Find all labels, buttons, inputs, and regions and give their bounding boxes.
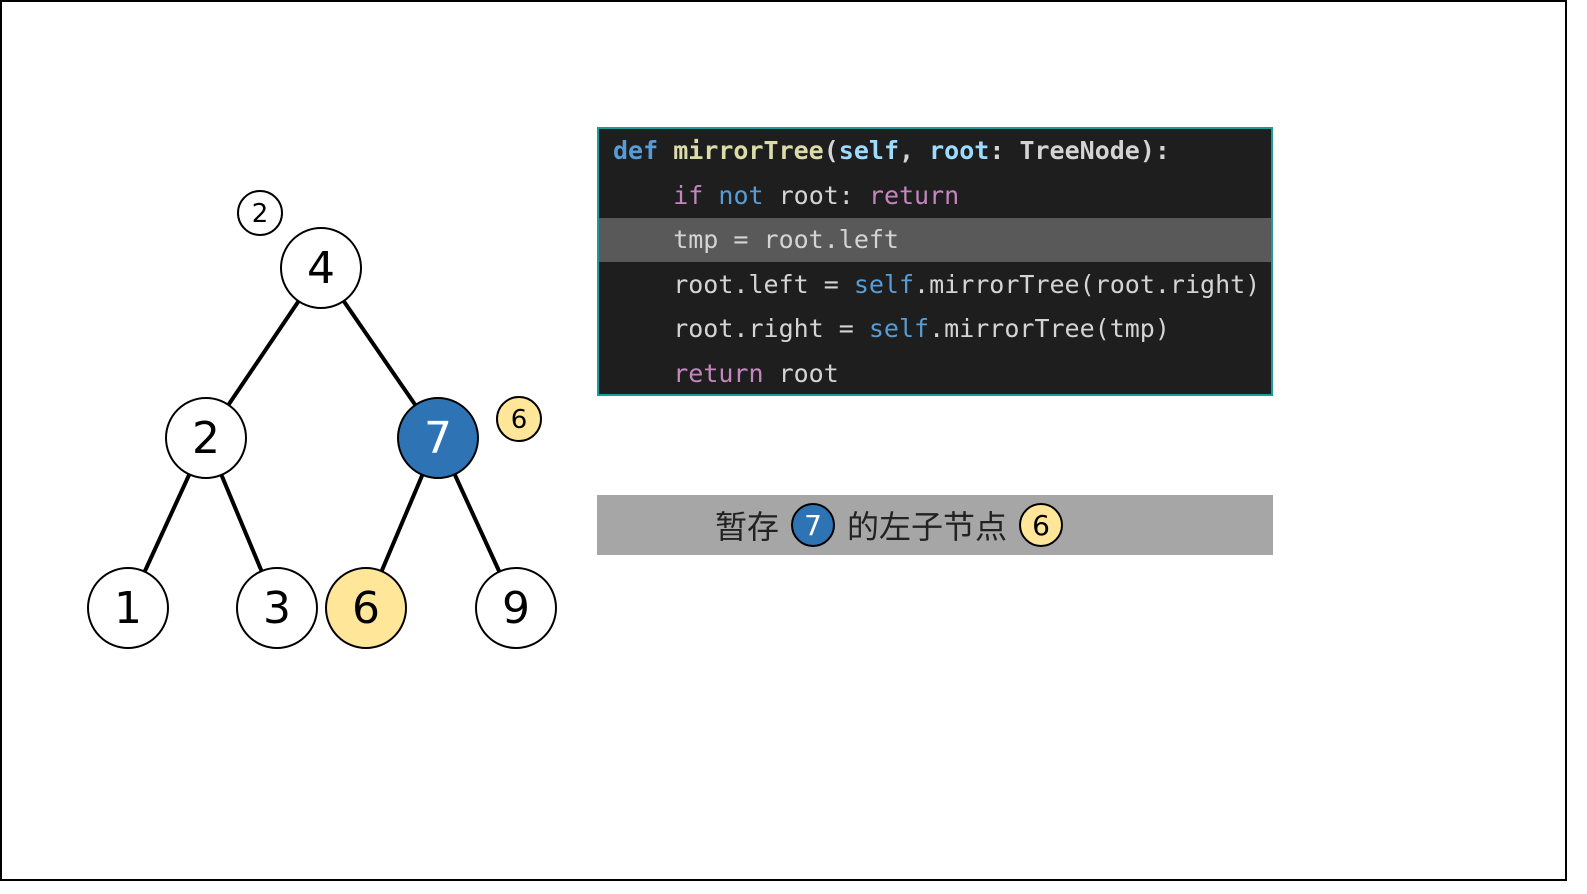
code-token: self [853,269,915,299]
code-token: self [838,136,900,165]
caption-prefix: 暂存 [715,508,780,546]
tree-node-1: 1 [87,567,169,649]
code-line: root.left = self.mirrorTree(root.right) [599,263,1271,307]
code-token: , [899,136,930,165]
code-line: root.right = self.mirrorTree(tmp) [599,307,1271,351]
tree-node-9: 9 [475,567,557,649]
code-token: return [868,180,960,210]
tree-node-4: 4 [280,227,362,309]
tree-node-label: 6 [352,583,380,634]
tree-node-2: 2 [165,397,247,479]
code-token: root [929,136,990,165]
caption-bar: 暂存 7 的左子节点 6 [597,495,1273,555]
tree-node-label: 9 [502,583,530,634]
code-token: def [613,136,659,165]
tree-node-label: 4 [307,243,335,294]
tree-node-label: 2 [192,413,220,464]
tree-edge-n7-n9 [452,473,502,573]
tree-node-label: 7 [424,413,452,464]
caption-child-badge: 6 [1019,503,1064,547]
code-line: def mirrorTree(self, root: TreeNode): [599,129,1271,173]
caption-content: 暂存 7 的左子节点 6 [715,495,1075,555]
code-token: root.left = [613,269,854,299]
code-token: not [718,180,764,210]
code-token: if [673,180,704,210]
badge-root: 2 [237,190,283,236]
tree-edge-n2-n1 [142,473,192,573]
code-token: : TreeNode): [989,136,1170,165]
code-token: return [673,358,764,388]
code-token: .mirrorTree(tmp) [929,314,1170,343]
tree-node-label: 1 [114,583,142,634]
code-token: self [868,314,930,343]
badge-label: 2 [252,199,269,229]
code-token: .mirrorTree(root.right) [914,269,1261,299]
code-line: if not root: return [599,174,1271,218]
tree-node-3: 3 [236,567,318,649]
code-panel: def mirrorTree(self, root: TreeNode): if… [597,127,1273,396]
caption-middle: 的左子节点 [847,508,1008,546]
caption-node-badge: 7 [791,503,836,547]
code-token: mirrorTree [673,136,824,165]
code-line: return root [599,352,1271,395]
code-line-highlighted: tmp = root.left [599,218,1271,262]
code-token: ( [823,136,839,165]
code-token: root.right = [613,314,869,343]
code-token: tmp = root.left [613,225,899,254]
tree-edge-n4-n2 [226,300,301,406]
tree-edge-n2-n3 [219,474,264,572]
code-token: root [763,358,839,388]
tree-node-label: 3 [263,583,291,634]
badge-label: 6 [511,405,528,435]
code-token: root: [763,180,869,210]
badge-tmp: 6 [496,396,542,442]
tree-edge-n4-n7 [342,299,417,407]
tree-node-7: 7 [397,397,479,479]
tree-edge-n7-n6 [379,474,425,572]
tree-node-6: 6 [325,567,407,649]
